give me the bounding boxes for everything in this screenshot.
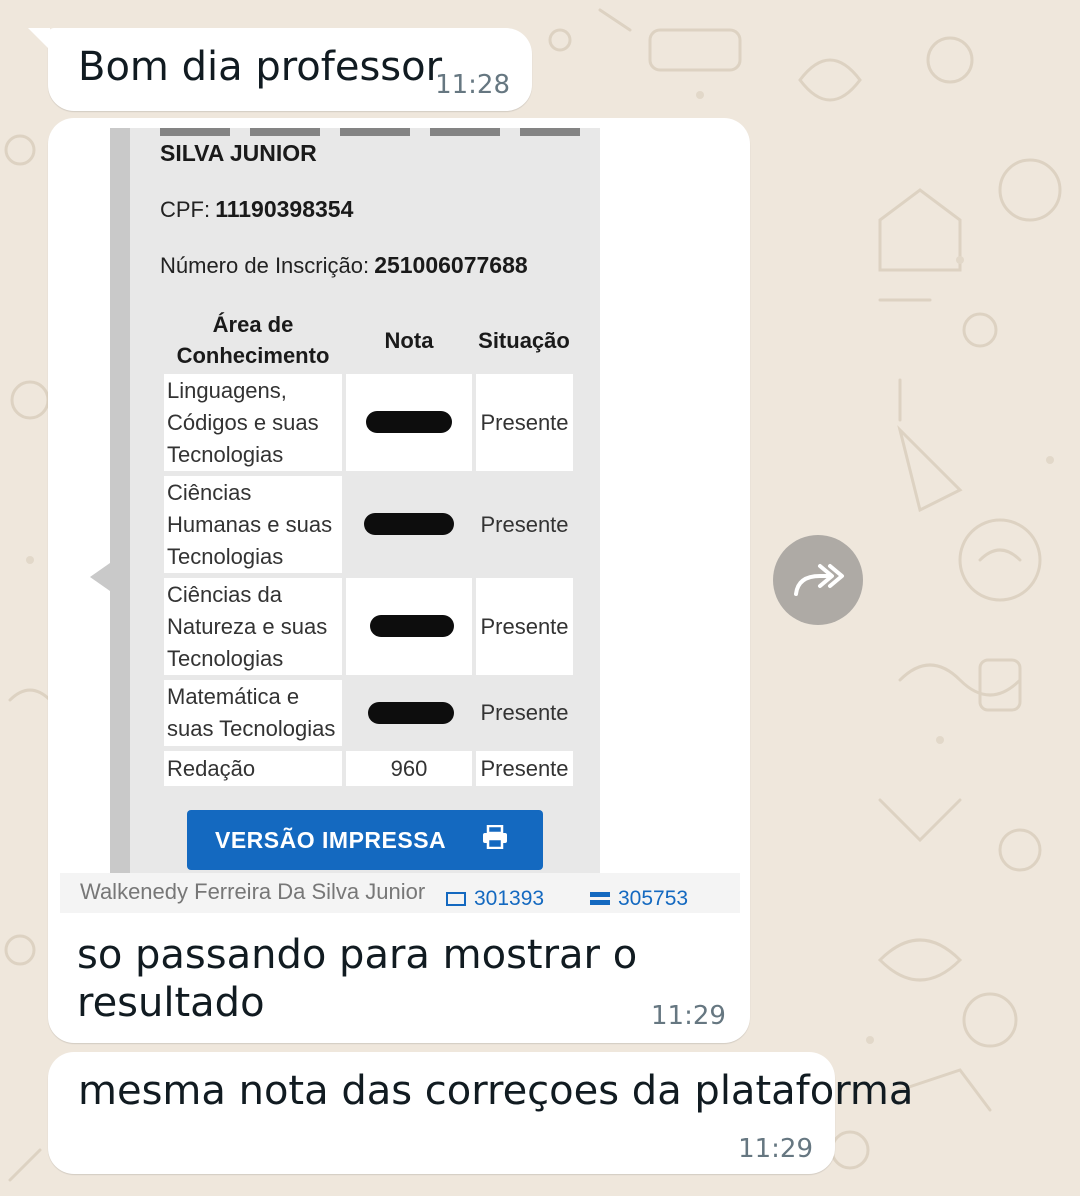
- footer-stat-2-value: 305753: [618, 887, 689, 910]
- redaction-mark: [370, 615, 454, 637]
- area-text-line: Matemática e: [167, 684, 300, 709]
- table-row-area: Redação: [164, 751, 342, 786]
- area-text-line: Ciências da: [167, 581, 282, 607]
- area-text-line: Humanas e suas: [167, 511, 333, 537]
- area-text-line: Linguagens,: [167, 377, 287, 403]
- footer-stat-2: 305753: [590, 887, 688, 911]
- table-cell-nota-redacted: [346, 680, 472, 746]
- message-text: mesma nota das correçoes da plataforma: [78, 1068, 914, 1114]
- area-text-line: Códigos e suas: [167, 409, 319, 435]
- table-cell-situacao: Presente: [476, 578, 573, 675]
- image-caption-line2: resultado: [77, 980, 265, 1026]
- bubble-tail: [28, 28, 50, 50]
- message-timestamp: 11:29: [651, 1001, 726, 1031]
- inscricao-line: Número de Inscrição: 251006077688: [160, 252, 528, 279]
- message-text: Bom dia professor: [78, 44, 443, 90]
- table-cell-situacao: Presente: [476, 751, 573, 786]
- cropped-name-line: [160, 128, 580, 136]
- print-version-button[interactable]: VERSÃO IMPRESSA: [187, 810, 543, 870]
- area-text-line: suas Tecnologias: [167, 716, 336, 741]
- table-cell-nota-redacted: [346, 374, 472, 471]
- table-cell-situacao: Presente: [480, 511, 569, 537]
- candidate-name: SILVA JUNIOR: [160, 140, 317, 166]
- header-situacao: Situação: [478, 328, 570, 353]
- inscricao-label: Número de Inscrição:: [160, 253, 370, 278]
- table-cell-nota: 960: [346, 751, 472, 786]
- table-row-area: Ciências Humanas e suas Tecnologias: [164, 476, 342, 573]
- table-row-area: Ciências da Natureza e suas Tecnologias: [164, 578, 342, 675]
- redaction-mark: [368, 702, 454, 724]
- image-caption-line1: so passando para mostrar o: [77, 932, 638, 978]
- table-cell-situacao: Presente: [476, 374, 573, 471]
- forward-button[interactable]: [773, 535, 863, 625]
- redaction-mark: [366, 411, 452, 433]
- cpf-value: 11190398354: [215, 196, 354, 222]
- header-area-line2: Conhecimento: [176, 343, 330, 368]
- header-nota: Nota: [384, 328, 434, 353]
- sidebar-arrow: [90, 563, 110, 591]
- server-icon: [590, 892, 610, 905]
- header-area-line1: Área de: [212, 312, 294, 337]
- message-timestamp: 11:29: [738, 1134, 813, 1164]
- area-text-line: Ciências: [167, 479, 252, 505]
- redaction-mark: [364, 513, 454, 535]
- message-bubble-incoming[interactable]: Bom dia professor 11:28: [48, 28, 532, 111]
- message-timestamp: 11:28: [435, 70, 510, 100]
- area-text-line: Redação: [167, 755, 256, 781]
- message-bubble-incoming[interactable]: mesma nota das correçoes da plataforma 1…: [48, 1052, 913, 1174]
- forward-arrow-icon: [794, 564, 844, 596]
- screenshot-footer: Walkenedy Ferreira Da Silva Junior 30139…: [60, 873, 740, 913]
- footer-stat-1-value: 301393: [474, 887, 545, 910]
- monitor-icon: [446, 892, 466, 906]
- inscricao-value: 251006077688: [374, 252, 528, 278]
- printer-icon: [482, 824, 508, 855]
- header-area: Área de Conhecimento: [164, 309, 342, 371]
- table-cell-situacao: Presente: [480, 700, 569, 725]
- print-button-label: VERSÃO IMPRESSA: [215, 826, 447, 853]
- cpf-line: CPF: 11190398354: [160, 196, 353, 223]
- footer-user-name: Walkenedy Ferreira Da Silva Junior: [80, 879, 426, 904]
- result-screenshot-image[interactable]: SILVA JUNIOR CPF: 11190398354 Número de …: [60, 128, 740, 913]
- cpf-label: CPF:: [160, 197, 211, 222]
- area-text-line: Tecnologias: [167, 441, 284, 467]
- table-row-area: Matemática e suas Tecnologias: [164, 680, 342, 746]
- area-text-line: Natureza e suas: [167, 613, 328, 639]
- footer-stat-1: 301393: [446, 887, 544, 911]
- table-cell-nota-redacted: [346, 476, 472, 573]
- table-cell-nota-redacted: [346, 578, 472, 675]
- area-text-line: Tecnologias: [167, 543, 284, 569]
- area-text-line: Tecnologias: [167, 645, 284, 671]
- table-row-area: Linguagens, Códigos e suas Tecnologias: [164, 374, 342, 471]
